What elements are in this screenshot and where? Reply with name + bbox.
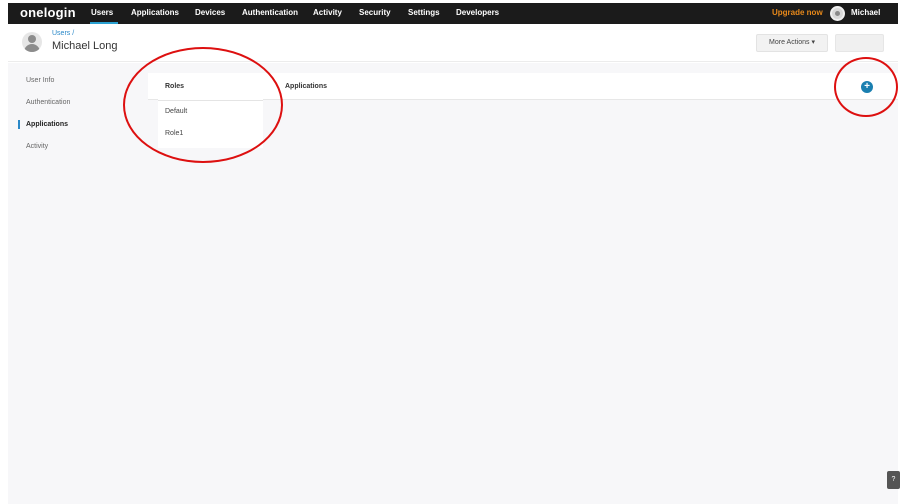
top-nav-bar: onelogin Users Applications Devices Auth… <box>8 3 898 24</box>
annotation-circle-roles <box>123 47 283 163</box>
nav-applications[interactable]: Applications <box>131 8 179 17</box>
breadcrumb[interactable]: Users / <box>52 30 74 37</box>
more-actions-button[interactable]: More Actions ▾ <box>756 34 828 52</box>
page-title: Michael Long <box>52 40 118 52</box>
person-icon <box>28 35 36 43</box>
sidebar-item-authentication[interactable]: Authentication <box>26 99 70 106</box>
nav-authentication[interactable]: Authentication <box>242 8 298 17</box>
nav-users[interactable]: Users <box>91 8 113 17</box>
nav-activity[interactable]: Activity <box>313 8 342 17</box>
applications-heading: Applications <box>285 83 328 90</box>
user-avatar <box>22 32 42 52</box>
save-button[interactable] <box>835 34 884 52</box>
nav-devices[interactable]: Devices <box>195 8 225 17</box>
nav-settings[interactable]: Settings <box>408 8 440 17</box>
user-header: Users / Michael Long More Actions ▾ <box>8 24 898 62</box>
user-menu[interactable]: Michael <box>851 8 880 17</box>
upgrade-now-link[interactable]: Upgrade now <box>772 8 823 17</box>
sidebar-active-indicator <box>18 120 20 129</box>
user-avatar-icon[interactable] <box>830 6 845 21</box>
sidebar-item-user-info[interactable]: User Info <box>26 77 54 84</box>
sidebar-item-activity[interactable]: Activity <box>26 143 48 150</box>
annotation-circle-add <box>834 57 898 117</box>
help-icon[interactable]: ? <box>887 471 900 489</box>
nav-developers[interactable]: Developers <box>456 8 499 17</box>
nav-security[interactable]: Security <box>359 8 391 17</box>
onelogin-logo[interactable]: onelogin <box>20 5 76 20</box>
sidebar-item-applications[interactable]: Applications <box>26 121 68 128</box>
